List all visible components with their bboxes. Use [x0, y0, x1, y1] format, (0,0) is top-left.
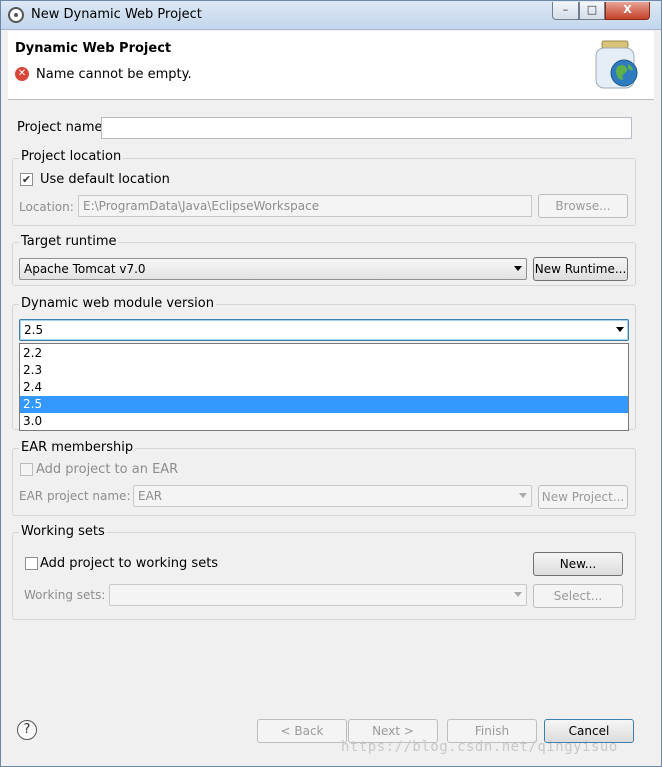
minimize-button[interactable]: – [552, 2, 579, 20]
new-working-set-button[interactable]: New... [533, 552, 623, 576]
use-default-location-checkbox[interactable]: ✔ [20, 173, 33, 186]
ear-project-name-label: EAR project name: [19, 489, 131, 503]
add-to-working-sets-label: Add project to working sets [40, 556, 219, 571]
back-button[interactable]: < Back [257, 719, 347, 743]
use-default-location-label: Use default location [40, 172, 170, 187]
module-version-value: 2.5 [24, 323, 44, 337]
web-project-jar-globe-icon [595, 40, 638, 89]
add-to-ear-checkbox[interactable] [20, 463, 33, 476]
error-icon: ✕ [15, 67, 29, 81]
new-runtime-button[interactable]: New Runtime... [533, 257, 628, 281]
maximize-button[interactable]: □ [579, 2, 605, 20]
add-to-ear-label: Add project to an EAR [36, 462, 179, 477]
add-to-working-sets-checkbox[interactable] [25, 557, 38, 570]
module-version-combo[interactable]: 2.5 [19, 319, 629, 341]
target-runtime-value: Apache Tomcat v7.0 [24, 262, 146, 276]
working-sets-title: Working sets [19, 524, 107, 539]
select-working-sets-button[interactable]: Select... [533, 584, 623, 608]
module-version-dropdown: 2.2 2.3 2.4 2.5 3.0 [19, 343, 629, 431]
wizard-header: Dynamic Web Project ✕ Name cannot be emp… [8, 31, 654, 100]
window-title: New Dynamic Web Project [31, 7, 202, 22]
target-runtime-combo[interactable]: Apache Tomcat v7.0 [19, 258, 527, 280]
target-runtime-title: Target runtime [19, 234, 119, 249]
project-name-input[interactable] [101, 117, 632, 139]
chevron-down-icon [514, 592, 522, 597]
project-location-title: Project location [19, 149, 124, 164]
eclipse-icon [8, 7, 24, 23]
dropdown-option[interactable]: 3.0 [20, 413, 628, 430]
working-sets-label: Working sets: [24, 588, 106, 602]
chevron-down-icon [514, 266, 522, 271]
chevron-down-icon [616, 327, 624, 332]
location-input[interactable]: E:\ProgramData\Java\EclipseWorkspace [78, 195, 532, 217]
chevron-down-icon [519, 493, 527, 498]
browse-button[interactable]: Browse... [538, 194, 628, 218]
title-bar[interactable]: New Dynamic Web Project – □ X [1, 1, 661, 30]
dropdown-option[interactable]: 2.3 [20, 362, 628, 379]
dropdown-option[interactable]: 2.4 [20, 379, 628, 396]
module-version-title: Dynamic web module version [19, 296, 216, 311]
working-sets-combo[interactable] [109, 584, 527, 606]
new-project-button[interactable]: New Project... [538, 485, 628, 509]
ear-membership-title: EAR membership [19, 440, 136, 455]
project-name-label: Project name: [17, 120, 107, 135]
ear-project-combo[interactable]: EAR [133, 485, 532, 507]
ear-project-value: EAR [138, 489, 163, 503]
location-label: Location: [19, 200, 74, 214]
dropdown-option[interactable]: 2.2 [20, 345, 628, 362]
dropdown-option-selected[interactable]: 2.5 [20, 396, 628, 413]
help-icon[interactable]: ? [17, 720, 37, 740]
wizard-title: Dynamic Web Project [15, 41, 172, 56]
watermark-text: https://blog.csdn.net/qingyisuo [341, 739, 618, 755]
error-message: Name cannot be empty. [36, 67, 192, 82]
close-button[interactable]: X [605, 2, 650, 20]
new-dynamic-web-project-dialog: New Dynamic Web Project – □ X Dynamic We… [0, 0, 662, 767]
